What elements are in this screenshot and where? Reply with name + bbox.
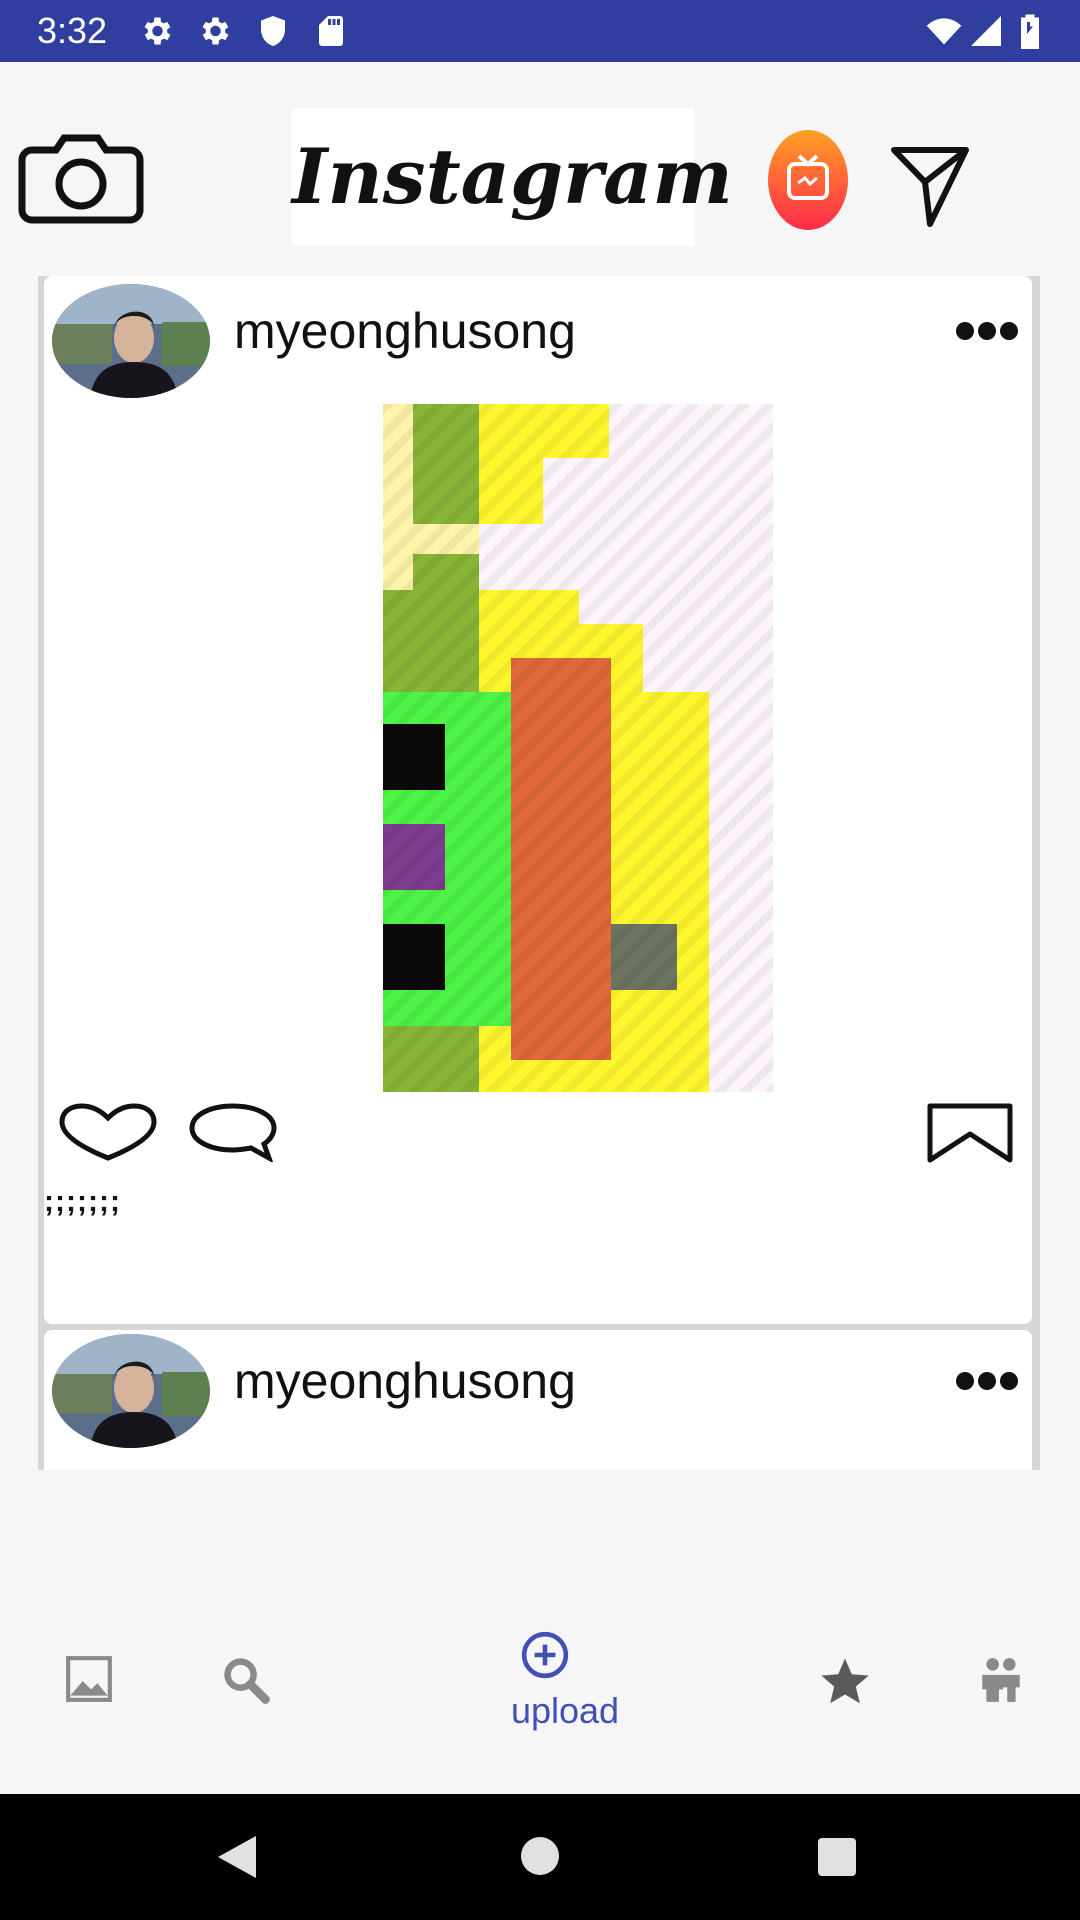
instagram-logo: Instagram bbox=[292, 108, 733, 246]
post-username[interactable]: myeonghusong bbox=[234, 1352, 576, 1410]
wifi-icon bbox=[926, 18, 962, 45]
settings-icon bbox=[202, 17, 229, 45]
settings-icon bbox=[144, 17, 171, 45]
signal-icon bbox=[971, 16, 1001, 46]
add-circle-icon bbox=[521, 1631, 569, 1679]
more-options-icon[interactable] bbox=[956, 322, 1018, 342]
people-icon[interactable] bbox=[976, 1654, 1026, 1704]
nav-label-upload: upload bbox=[510, 1690, 620, 1731]
more-options-icon[interactable] bbox=[956, 1372, 1018, 1392]
recents-icon[interactable] bbox=[816, 1836, 858, 1878]
igtv-icon[interactable] bbox=[767, 128, 849, 232]
shield-icon bbox=[261, 16, 285, 46]
star-icon[interactable] bbox=[818, 1654, 872, 1708]
camera-icon[interactable] bbox=[18, 132, 144, 226]
status-time: 3:32 bbox=[37, 10, 108, 51]
post-caption: ;;;;;;; bbox=[44, 1185, 121, 1218]
feed[interactable]: myeonghusong ;;;;;;; myeonghusong bbox=[38, 276, 1040, 1470]
sd-card-icon bbox=[319, 16, 343, 46]
bookmark-icon[interactable] bbox=[926, 1102, 1014, 1164]
logo-text: Instagram bbox=[292, 132, 733, 221]
battery-icon bbox=[1021, 14, 1039, 49]
search-icon[interactable] bbox=[220, 1654, 272, 1706]
status-bar: 3:32 bbox=[0, 0, 1080, 62]
like-icon[interactable] bbox=[58, 1102, 158, 1162]
comment-icon[interactable] bbox=[188, 1102, 278, 1162]
post-card: myeonghusong bbox=[44, 276, 1032, 1324]
system-navigation-bar bbox=[0, 1794, 1080, 1920]
direct-message-icon[interactable] bbox=[890, 144, 970, 230]
nav-item-upload[interactable]: upload bbox=[511, 1630, 619, 1750]
post-image[interactable] bbox=[383, 404, 773, 1092]
post-username[interactable]: myeonghusong bbox=[234, 302, 576, 360]
avatar[interactable] bbox=[52, 284, 210, 398]
avatar[interactable] bbox=[52, 1334, 210, 1448]
gallery-icon[interactable] bbox=[64, 1654, 114, 1704]
post-card: myeonghusong bbox=[44, 1330, 1032, 1470]
bottom-navigation: upload bbox=[0, 1600, 1080, 1794]
back-icon[interactable] bbox=[216, 1834, 258, 1880]
home-icon[interactable] bbox=[518, 1834, 562, 1878]
